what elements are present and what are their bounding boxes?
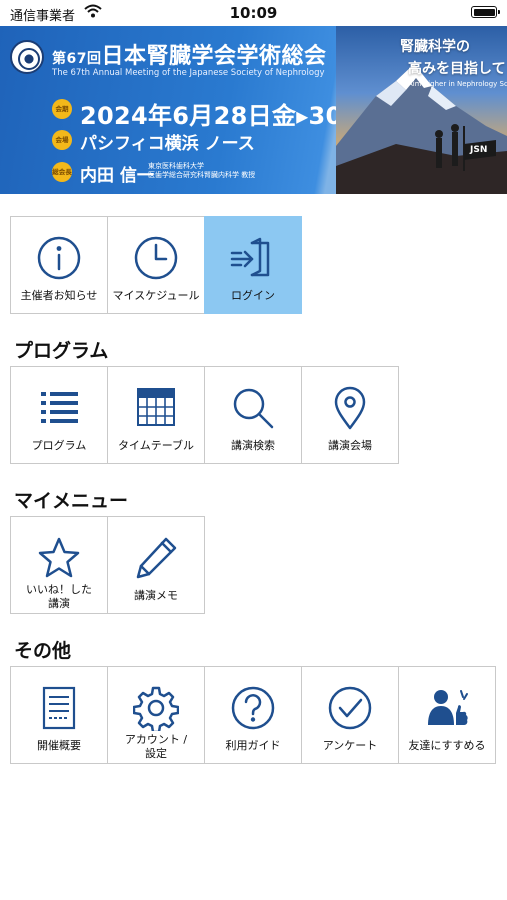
program-grid: プログラム タイムテーブル 講演検索 講演会場 xyxy=(10,366,399,464)
timetable-button[interactable]: タイムテーブル xyxy=(107,366,205,464)
lecture-venue-button[interactable]: 講演会場 xyxy=(301,366,399,464)
notices-label: 主催者お知らせ xyxy=(20,289,98,302)
recommend-icon xyxy=(422,683,472,733)
notices-button[interactable]: 主催者お知らせ xyxy=(10,216,108,314)
star-icon xyxy=(34,533,84,583)
status-bar: 通信事業者 10:09 xyxy=(0,0,507,26)
clock-icon xyxy=(131,233,181,283)
list-icon xyxy=(34,383,84,433)
login-label: ログイン xyxy=(231,289,275,302)
program-button[interactable]: プログラム xyxy=(10,366,108,464)
overview-label: 開催概要 xyxy=(37,739,81,752)
meeting-venue: パシフィコ横浜 ノース xyxy=(80,134,255,154)
login-icon xyxy=(228,233,278,283)
meeting-chair: 内田 信一 xyxy=(80,166,154,186)
info-icon xyxy=(34,233,84,283)
account-settings-button[interactable]: アカウント / 設定 xyxy=(107,666,205,764)
other-grid: 開催概要 アカウント / 設定 利用ガイド アンケート 友達にすすめる xyxy=(10,666,496,764)
meeting-subtitle: The 67th Annual Meeting of the Japanese … xyxy=(52,68,325,78)
society-seal-icon xyxy=(10,40,44,74)
calendar-icon xyxy=(131,383,181,433)
user-guide-button[interactable]: 利用ガイド xyxy=(204,666,302,764)
flag-text: JSN xyxy=(470,145,488,155)
slogan-line-2: 高みを目指して xyxy=(408,61,506,77)
recommend-friend-label: 友達にすすめる xyxy=(408,739,486,752)
map-pin-icon xyxy=(325,383,375,433)
user-guide-label: 利用ガイド xyxy=(225,739,281,752)
program-label: プログラム xyxy=(31,439,87,452)
my-schedule-button[interactable]: マイスケジュール xyxy=(107,216,205,314)
program-section-title: プログラム xyxy=(14,340,109,362)
top-menu-grid: 主催者お知らせ マイスケジュール ログイン xyxy=(10,216,302,314)
mymenu-section-title: マイメニュー xyxy=(14,490,129,512)
battery-icon xyxy=(471,6,500,18)
lecture-search-label: 講演検索 xyxy=(231,439,275,452)
timetable-label: タイムテーブル xyxy=(117,439,195,452)
status-time: 10:09 xyxy=(229,4,278,22)
venue-tag: 会場 xyxy=(52,130,72,150)
lecture-memo-label: 講演メモ xyxy=(134,589,178,602)
my-schedule-label: マイスケジュール xyxy=(112,289,200,302)
liked-lectures-button[interactable]: いいね！した 講演 xyxy=(10,516,108,614)
overview-button[interactable]: 開催概要 xyxy=(10,666,108,764)
lecture-venue-label: 講演会場 xyxy=(328,439,372,452)
date-tag: 会期 xyxy=(52,99,72,119)
recommend-friend-button[interactable]: 友達にすすめる xyxy=(398,666,496,764)
document-icon xyxy=(34,683,84,733)
slogan-line-1: 腎臓科学の xyxy=(400,39,470,55)
search-icon xyxy=(228,383,278,433)
lecture-search-button[interactable]: 講演検索 xyxy=(204,366,302,464)
login-button[interactable]: ログイン xyxy=(204,216,302,314)
check-circle-icon xyxy=(325,683,375,733)
chair-tag: 総会長 xyxy=(52,162,72,182)
meeting-title: 第67回日本腎臓学会学術総会 xyxy=(52,44,327,69)
other-section-title: その他 xyxy=(14,640,72,662)
question-icon xyxy=(228,683,278,733)
slogan-english: Aim higher in Nephrology Science xyxy=(408,80,507,88)
survey-label: アンケート xyxy=(322,739,378,752)
gear-icon xyxy=(131,683,181,733)
pencil-icon xyxy=(131,533,181,583)
survey-button[interactable]: アンケート xyxy=(301,666,399,764)
liked-lectures-label: いいね！した 講演 xyxy=(26,583,92,610)
meeting-banner[interactable]: 第67回日本腎臓学会学術総会 The 67th Annual Meeting o… xyxy=(0,26,507,194)
account-settings-label: アカウント / 設定 xyxy=(124,733,188,760)
chair-affiliation: 東京医科歯科大学 医歯学総合研究科腎臓内科学 教授 xyxy=(148,162,256,179)
mymenu-grid: いいね！した 講演 講演メモ xyxy=(10,516,205,614)
lecture-memo-button[interactable]: 講演メモ xyxy=(107,516,205,614)
